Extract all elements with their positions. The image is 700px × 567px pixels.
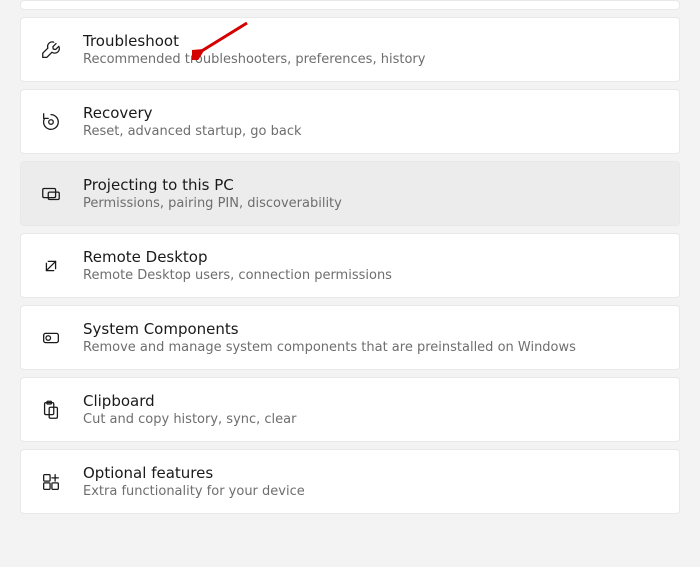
item-desc: Permissions, pairing PIN, discoverabilit… xyxy=(83,196,342,211)
item-title: Clipboard xyxy=(83,392,296,410)
projecting-icon xyxy=(39,182,63,206)
item-title: System Components xyxy=(83,320,576,338)
item-desc: Remote Desktop users, connection permiss… xyxy=(83,268,392,283)
item-desc: Cut and copy history, sync, clear xyxy=(83,412,296,427)
item-title: Remote Desktop xyxy=(83,248,392,266)
item-desc: Extra functionality for your device xyxy=(83,484,305,499)
settings-item-system-components[interactable]: System Components Remove and manage syst… xyxy=(20,305,680,370)
settings-item-remote-desktop[interactable]: Remote Desktop Remote Desktop users, con… xyxy=(20,233,680,298)
settings-item-recovery[interactable]: Recovery Reset, advanced startup, go bac… xyxy=(20,89,680,154)
recovery-icon xyxy=(39,110,63,134)
item-title: Projecting to this PC xyxy=(83,176,342,194)
settings-item-optional-features[interactable]: Optional features Extra functionality fo… xyxy=(20,449,680,514)
card-stub-top xyxy=(20,0,680,10)
item-desc: Remove and manage system components that… xyxy=(83,340,576,355)
item-title: Recovery xyxy=(83,104,302,122)
clipboard-icon xyxy=(39,398,63,422)
settings-item-troubleshoot[interactable]: Troubleshoot Recommended troubleshooters… xyxy=(20,17,680,82)
item-title: Troubleshoot xyxy=(83,32,425,50)
item-title: Optional features xyxy=(83,464,305,482)
apps-add-icon xyxy=(39,470,63,494)
components-icon xyxy=(39,326,63,350)
item-desc: Reset, advanced startup, go back xyxy=(83,124,302,139)
settings-item-projecting[interactable]: Projecting to this PC Permissions, pairi… xyxy=(20,161,680,226)
item-desc: Recommended troubleshooters, preferences… xyxy=(83,52,425,67)
remote-desktop-icon xyxy=(39,254,63,278)
settings-item-clipboard[interactable]: Clipboard Cut and copy history, sync, cl… xyxy=(20,377,680,442)
wrench-icon xyxy=(39,38,63,62)
